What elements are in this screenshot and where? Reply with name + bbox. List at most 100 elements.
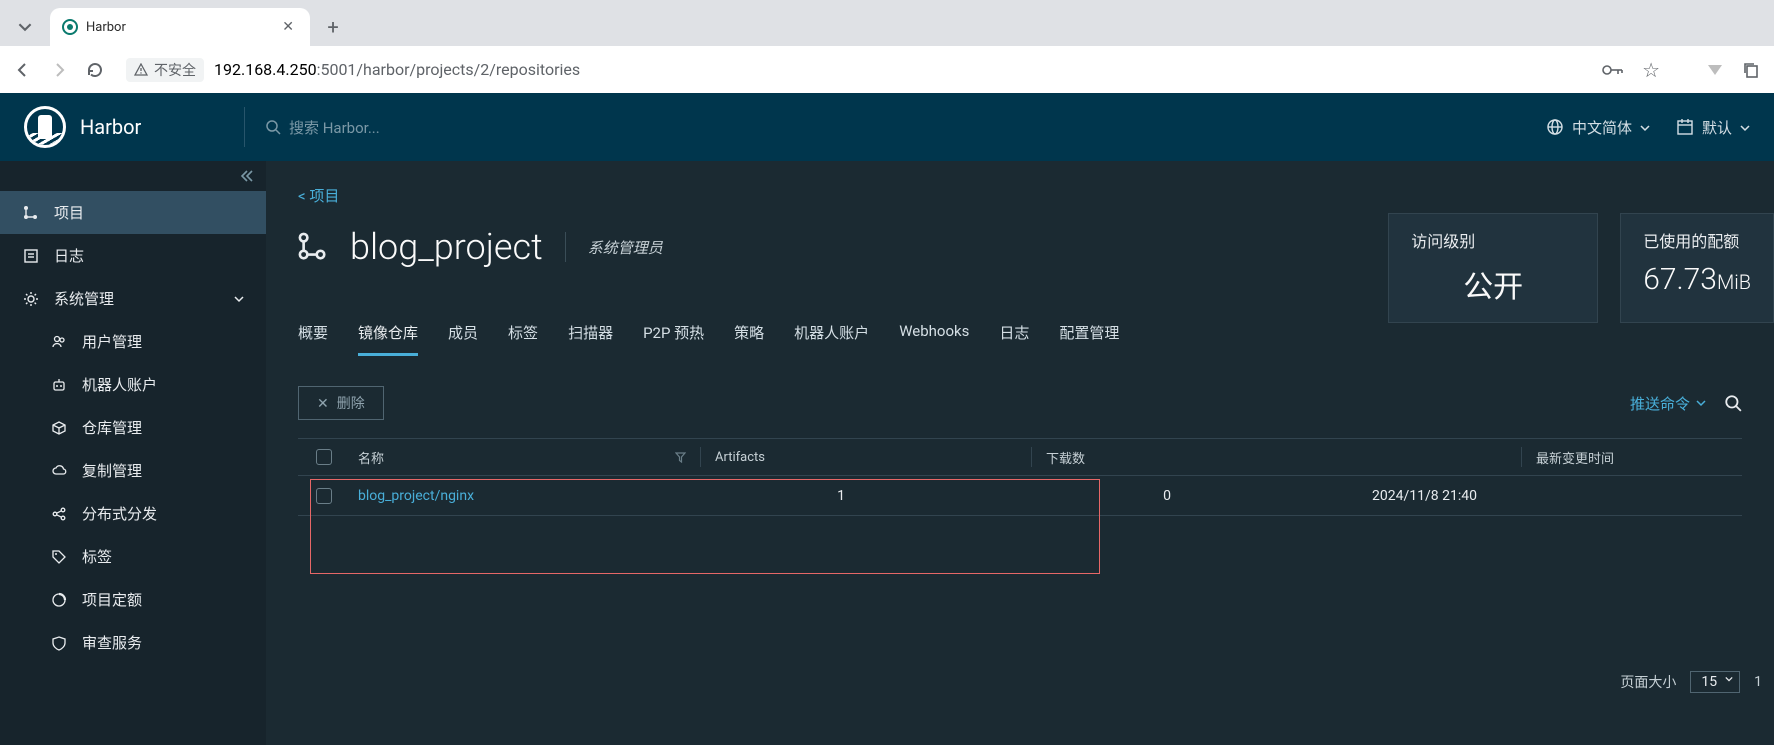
table-row[interactable]: blog_project/nginx 1 0 2024/11/8 21:40 xyxy=(298,476,1742,516)
page-size-label: 页面大小 xyxy=(1620,672,1676,692)
table-header: 名称 Artifacts 下载数 最新变更时间 xyxy=(298,438,1742,476)
extension-v-icon[interactable] xyxy=(1706,61,1724,79)
tab-config[interactable]: 配置管理 xyxy=(1059,322,1119,356)
shield-icon xyxy=(50,635,68,651)
insecure-badge[interactable]: 不安全 xyxy=(126,58,204,82)
col-artifacts[interactable]: Artifacts xyxy=(701,450,1031,465)
sidebar-item-users[interactable]: 用户管理 xyxy=(0,320,266,363)
sidebar-item-replication[interactable]: 复制管理 xyxy=(0,449,266,492)
sidebar: 项目 日志 系统管理 用户管理 机器人账户 仓库管理 复制管理 分布式分发 标签… xyxy=(0,161,266,745)
logs-icon xyxy=(22,248,40,264)
projects-icon xyxy=(22,205,40,221)
cell-artifacts: 1 xyxy=(701,488,1031,504)
select-all-checkbox[interactable] xyxy=(298,449,350,465)
chevron-down-icon xyxy=(1640,123,1650,133)
browser-tab[interactable]: Harbor ✕ xyxy=(50,8,310,46)
tab-policy[interactable]: 策略 xyxy=(734,322,764,356)
nav-bar: 不安全 192.168.4.250:5001/harbor/projects/2… xyxy=(0,46,1774,93)
col-last-modified[interactable]: 最新变更时间 xyxy=(1522,448,1742,467)
search-icon xyxy=(265,119,281,135)
tab-summary[interactable]: 概要 xyxy=(298,322,328,356)
repo-link[interactable]: blog_project/nginx xyxy=(350,488,700,504)
card-label: 已使用的配额 xyxy=(1643,228,1751,252)
card-value: 67.73MiB xyxy=(1643,262,1751,297)
sidebar-item-projects[interactable]: 项目 xyxy=(0,191,266,234)
sidebar-item-distribution[interactable]: 分布式分发 xyxy=(0,492,266,535)
password-key-icon[interactable] xyxy=(1602,63,1624,77)
back-button[interactable] xyxy=(14,61,32,79)
main-content: < 项目 blog_project 系统管理员 访问级别 公开 已使用的配额 6… xyxy=(266,161,1774,745)
col-downloads[interactable]: 下载数 xyxy=(1032,448,1332,467)
sidebar-item-labels[interactable]: 标签 xyxy=(0,535,266,578)
total-count: 1 xyxy=(1754,674,1762,690)
user-role: 系统管理员 xyxy=(588,237,663,258)
browser-chrome: Harbor ✕ + 不安全 192.168.4.250:5001/harbor… xyxy=(0,0,1774,93)
forward-button[interactable] xyxy=(50,61,68,79)
gauge-icon xyxy=(50,592,68,608)
cloud-icon xyxy=(50,463,68,479)
copy-icon[interactable] xyxy=(1742,61,1760,79)
app-body: 项目 日志 系统管理 用户管理 机器人账户 仓库管理 复制管理 分布式分发 标签… xyxy=(0,161,1774,745)
chevron-down-icon xyxy=(1725,675,1733,683)
delete-button[interactable]: ✕ 删除 xyxy=(298,386,384,420)
sidebar-item-quotas[interactable]: 项目定额 xyxy=(0,578,266,621)
sidebar-item-registries[interactable]: 仓库管理 xyxy=(0,406,266,449)
global-search[interactable]: 搜索 Harbor... xyxy=(265,117,1526,138)
app-header: Harbor 搜索 Harbor... 中文简体 默认 xyxy=(0,93,1774,161)
url-text: 192.168.4.250:5001/harbor/projects/2/rep… xyxy=(214,60,580,79)
tab-webhooks[interactable]: Webhooks xyxy=(899,322,969,356)
globe-icon xyxy=(1546,118,1564,136)
quota-card: 已使用的配额 67.73MiB xyxy=(1620,213,1774,323)
tab-search-button[interactable] xyxy=(8,10,42,44)
sidebar-label: 项目 xyxy=(54,202,84,223)
share-icon xyxy=(50,506,68,522)
tab-labels[interactable]: 标签 xyxy=(508,322,538,356)
sidebar-item-interrogation[interactable]: 审查服务 xyxy=(0,621,266,664)
bookmark-star-icon[interactable]: ☆ xyxy=(1642,58,1660,82)
sidebar-collapse-button[interactable] xyxy=(0,161,266,191)
card-label: 访问级别 xyxy=(1411,228,1575,252)
search-icon[interactable] xyxy=(1724,394,1742,412)
tab-logs[interactable]: 日志 xyxy=(999,322,1029,356)
insecure-label: 不安全 xyxy=(154,60,196,80)
language-selector[interactable]: 中文简体 xyxy=(1546,117,1650,138)
tab-close-icon[interactable]: ✕ xyxy=(278,19,298,35)
repo-toolbar: ✕ 删除 推送命令 xyxy=(298,386,1742,420)
breadcrumb-back[interactable]: < 项目 xyxy=(298,185,1742,206)
logo[interactable]: Harbor xyxy=(24,106,224,148)
sidebar-item-admin[interactable]: 系统管理 xyxy=(0,277,266,320)
tab-members[interactable]: 成员 xyxy=(448,322,478,356)
project-tabs: 概要 镜像仓库 成员 标签 扫描器 P2P 预热 策略 机器人账户 Webhoo… xyxy=(298,322,1742,356)
new-tab-button[interactable]: + xyxy=(318,12,348,42)
url-bar[interactable]: 不安全 192.168.4.250:5001/harbor/projects/2… xyxy=(122,53,1584,87)
harbor-logo-icon xyxy=(24,106,66,148)
cube-icon xyxy=(50,420,68,436)
reload-button[interactable] xyxy=(86,61,104,79)
col-name[interactable]: 名称 xyxy=(350,448,700,467)
sidebar-label: 日志 xyxy=(54,245,84,266)
page-size-select[interactable]: 15 xyxy=(1690,671,1740,693)
robot-icon xyxy=(50,377,68,393)
cell-downloads: 0 xyxy=(1032,488,1332,504)
users-icon xyxy=(50,334,68,350)
sidebar-label: 系统管理 xyxy=(54,288,114,309)
chevron-down-icon xyxy=(1740,123,1750,133)
card-value: 公开 xyxy=(1411,262,1575,306)
sidebar-item-logs[interactable]: 日志 xyxy=(0,234,266,277)
chevron-double-left-icon xyxy=(240,169,254,183)
chevron-down-icon xyxy=(234,294,244,304)
push-command-button[interactable]: 推送命令 xyxy=(1630,393,1706,414)
filter-icon[interactable] xyxy=(675,452,686,463)
tab-repositories[interactable]: 镜像仓库 xyxy=(358,322,418,356)
row-checkbox[interactable] xyxy=(298,488,350,504)
tab-scanner[interactable]: 扫描器 xyxy=(568,322,613,356)
harbor-favicon xyxy=(62,19,78,35)
gear-icon xyxy=(22,291,40,307)
sidebar-item-robots[interactable]: 机器人账户 xyxy=(0,363,266,406)
tab-p2p[interactable]: P2P 预热 xyxy=(643,322,704,356)
theme-selector[interactable]: 默认 xyxy=(1676,117,1750,138)
access-level-card: 访问级别 公开 xyxy=(1388,213,1598,323)
chevron-down-icon xyxy=(1696,398,1706,408)
calendar-icon xyxy=(1676,118,1694,136)
tab-robots[interactable]: 机器人账户 xyxy=(794,322,869,356)
